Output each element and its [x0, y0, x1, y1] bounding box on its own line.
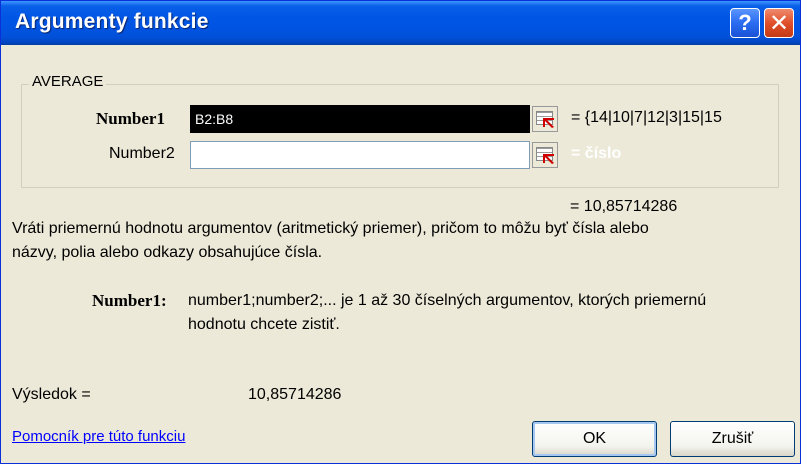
number2-type-hint: = číslo [571, 145, 622, 162]
number1-collapse-button[interactable] [532, 106, 558, 132]
red-arrow-icon [543, 154, 554, 164]
function-arguments-dialog: Argumenty funkcie ? ✕ AVERAGE Number1 = … [0, 0, 801, 464]
function-help-link[interactable]: Pomocník pre túto funkciu [12, 428, 185, 445]
close-icon: ✕ [768, 9, 790, 37]
help-button[interactable]: ? [730, 8, 760, 38]
function-name: AVERAGE [29, 73, 107, 90]
cancel-button[interactable]: Zrušiť [670, 421, 795, 457]
number2-input[interactable] [190, 141, 530, 169]
argument-help-line-1: number1;number2;... je 1 až 30 číselných… [188, 292, 707, 309]
formula-result-preview: = 10,85714286 [570, 198, 678, 215]
number2-label: Number2 [109, 145, 175, 162]
number1-input[interactable] [190, 105, 530, 133]
question-mark-icon: ? [738, 10, 752, 35]
red-arrow-icon [543, 118, 554, 128]
close-button[interactable]: ✕ [764, 8, 794, 38]
number1-preview: = {14|10|7|12|3|15|15 [571, 109, 722, 126]
result-label: Výsledok = [12, 386, 91, 403]
argument-help-label: Number1: [92, 291, 167, 310]
title-bar[interactable]: Argumenty funkcie ? ✕ [1, 1, 800, 45]
dialog-title: Argumenty funkcie [15, 10, 209, 33]
number1-label: Number1 [96, 109, 165, 128]
argument-help-line-2: hodnotu chcete zistiť. [188, 316, 340, 333]
arguments-group [21, 84, 779, 188]
number2-collapse-button[interactable] [532, 142, 558, 168]
ok-button[interactable]: OK [532, 421, 657, 457]
function-description-line-1: Vráti priemernú hodnotu argumentov (arit… [12, 220, 649, 237]
function-description-line-2: názvy, polia alebo odkazy obsahujúce čís… [12, 244, 323, 261]
result-value: 10,85714286 [248, 386, 342, 403]
